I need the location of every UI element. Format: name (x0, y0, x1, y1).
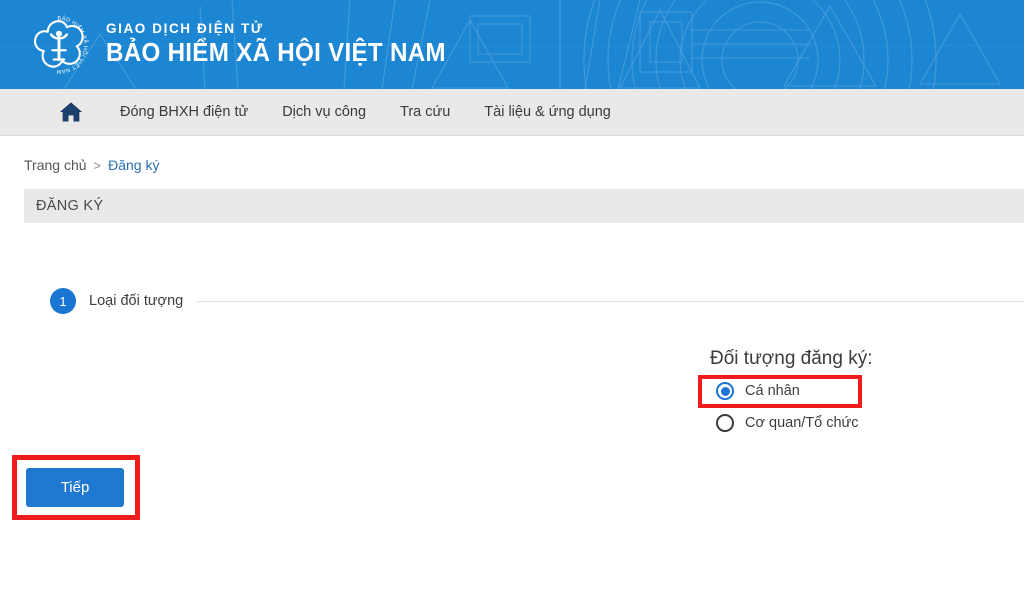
breadcrumb-item-dang-ky[interactable]: Đăng ký (108, 157, 159, 173)
bhxh-lotus-emblem-icon: BẢO HIỂM XÃ HỘI VIỆT NAM (33, 15, 89, 74)
nav-item-dich-vu-cong[interactable]: Dịch vụ công (282, 104, 366, 120)
home-icon (60, 102, 82, 122)
radio-label-co-quan-to-chuc: Cơ quan/Tổ chức (745, 415, 859, 431)
svg-text:BẢO HIỂM XÃ HỘI VIỆT NAM: BẢO HIỂM XÃ HỘI VIỆT NAM (56, 15, 89, 74)
next-button[interactable]: Tiếp (26, 468, 124, 507)
radio-option-co-quan-to-chuc[interactable]: Cơ quan/Tổ chức (710, 409, 872, 437)
site-header: BẢO HIỂM XÃ HỘI VIỆT NAM GIAO DỊCH ĐIỆN … (0, 0, 1024, 89)
step-label: Loại đối tượng (89, 293, 184, 309)
nav-home-button[interactable] (58, 99, 84, 125)
registration-object-heading: Đối tượng đăng ký: (710, 348, 873, 369)
nav-item-tai-lieu-ung-dung[interactable]: Tài liệu & ứng dụng (484, 104, 611, 120)
radio-label-ca-nhan: Cá nhân (745, 383, 800, 399)
step-header: 1 Loại đối tượng (50, 288, 1024, 314)
main-navigation: Đóng BHXH điện tử Dịch vụ công Tra cứu T… (0, 89, 1024, 136)
header-tagline: GIAO DỊCH ĐIỆN TỬ (106, 21, 264, 36)
page-title: ĐĂNG KÝ (36, 198, 104, 214)
header-brand: BẢO HIỂM XÃ HỘI VIỆT NAM GIAO DỊCH ĐIỆN … (0, 0, 1024, 89)
registration-object-group: Đối tượng đăng ký: Cá nhân Cơ quan/Tổ ch… (710, 348, 872, 437)
page-title-bar: ĐĂNG KÝ (24, 189, 1024, 223)
header-title: BẢO HIỂM XÃ HỘI VIỆT NAM (106, 37, 446, 67)
step-divider (197, 300, 1024, 302)
breadcrumb: Trang chủ > Đăng ký (0, 136, 1024, 176)
radio-option-ca-nhan[interactable]: Cá nhân (710, 377, 872, 405)
step-number-badge: 1 (50, 288, 76, 314)
nav-item-dong-bhxh-dien-tu[interactable]: Đóng BHXH điện tử (120, 104, 248, 120)
radio-unselected-icon[interactable] (716, 414, 734, 432)
breadcrumb-item-home[interactable]: Trang chủ (24, 157, 87, 173)
breadcrumb-separator: > (93, 157, 102, 173)
radio-selected-icon[interactable] (716, 382, 734, 400)
nav-item-tra-cuu[interactable]: Tra cứu (400, 104, 450, 120)
